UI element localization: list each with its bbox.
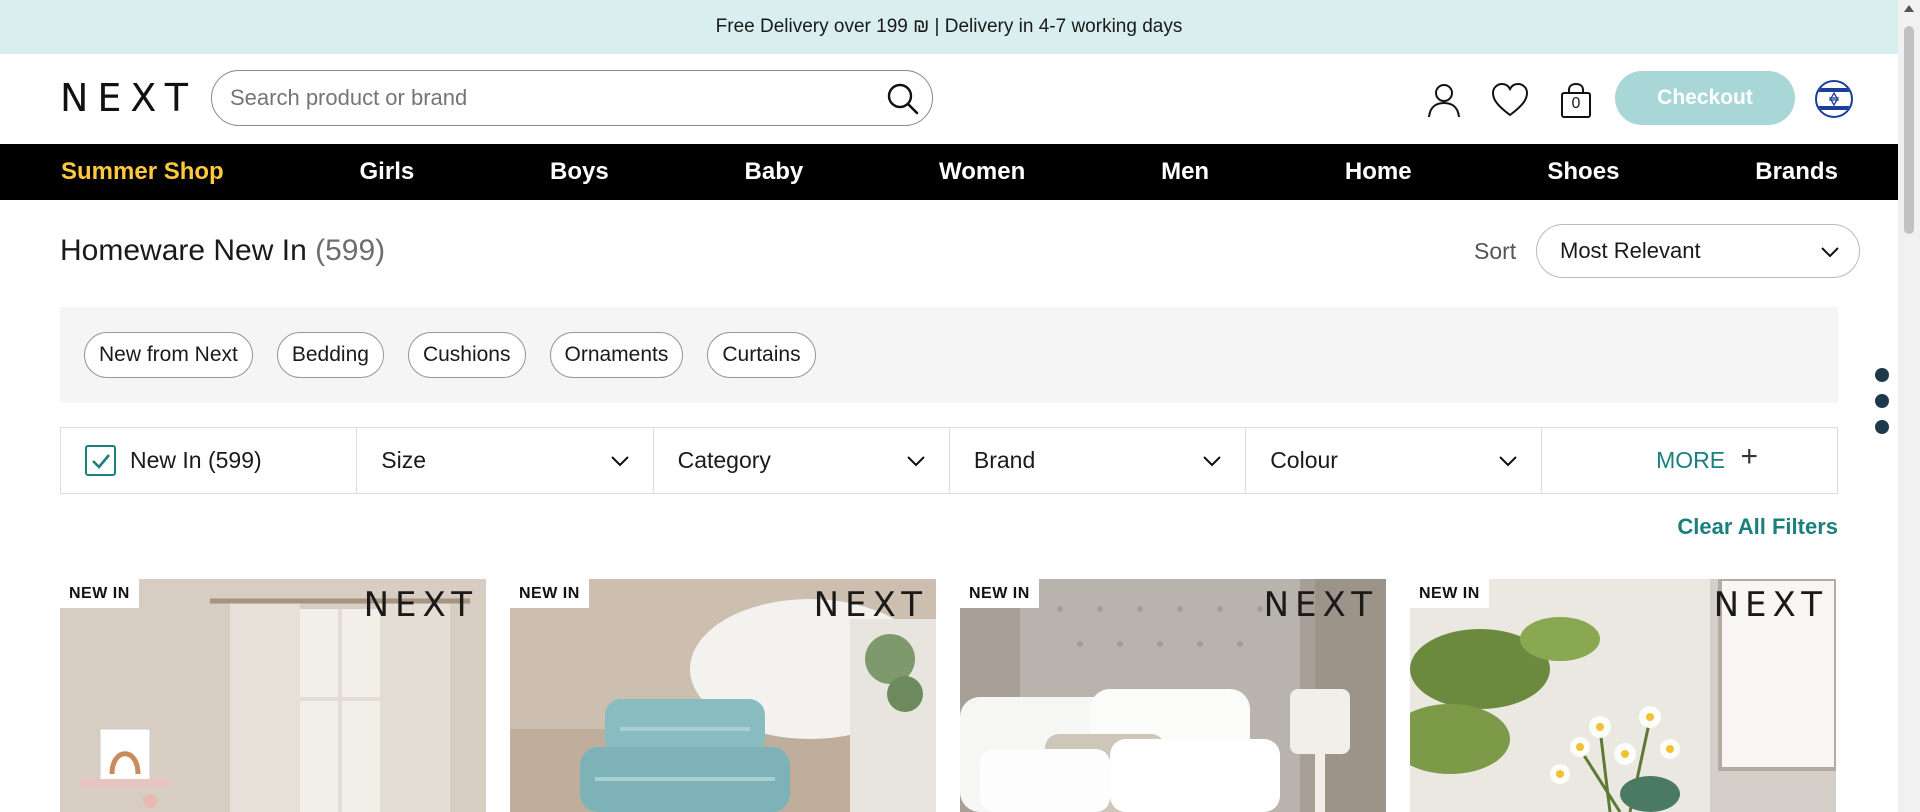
filter-new-in-label: New In (599) [130, 447, 262, 473]
search-input[interactable] [230, 85, 830, 111]
filter-brand[interactable]: Brand [950, 428, 1247, 493]
filter-size-label: Size [381, 447, 427, 473]
floating-menu-dots[interactable] [1875, 368, 1889, 446]
clear-all-filters-link[interactable]: Clear All Filters [1677, 514, 1838, 540]
scroll-up-arrow-icon[interactable] [1904, 5, 1914, 12]
nav-home[interactable]: Home [1345, 158, 1412, 186]
chevron-down-icon [1821, 247, 1839, 258]
chevron-down-icon [610, 456, 629, 467]
page-title: Homeware New In (599) [60, 234, 385, 268]
shopping-bag-button[interactable]: 0 [1556, 80, 1596, 120]
next-logo[interactable]: NEXT [60, 76, 197, 120]
brand-logo: NEXT [1713, 585, 1828, 625]
checkmark-icon [91, 453, 110, 469]
dot-icon [1875, 368, 1889, 382]
chevron-down-icon [1203, 456, 1221, 467]
filter-more[interactable]: MORE + [1542, 428, 1838, 493]
site-header: NEXT 0 Checkout [0, 54, 1898, 144]
new-in-badge: NEW IN [960, 579, 1039, 608]
filter-new-in[interactable]: New In (599) [61, 428, 358, 493]
checkout-button[interactable]: Checkout [1615, 71, 1795, 125]
nav-baby[interactable]: Baby [745, 158, 804, 186]
nav-summer-shop[interactable]: Summer Shop [61, 158, 224, 186]
israel-flag-icon[interactable] [1815, 80, 1853, 118]
account-icon[interactable] [1424, 80, 1464, 120]
product-card[interactable]: NEW IN NEXT [60, 579, 486, 812]
filter-category-label: Category [677, 447, 771, 473]
quick-link-bedding[interactable]: Bedding [276, 332, 384, 378]
new-in-badge: NEW IN [60, 579, 139, 608]
new-in-badge: NEW IN [1410, 579, 1489, 608]
product-grid: NEW IN NEXT NEW IN NEXT NEW IN NEXT NEW … [60, 579, 1838, 812]
filter-brand-label: Brand [973, 447, 1036, 473]
brand-logo: NEXT [1263, 585, 1378, 625]
promo-banner: Free Delivery over 199 ₪ | Delivery in 4… [0, 0, 1898, 54]
page-scrollbar[interactable] [1898, 0, 1920, 812]
dot-icon [1875, 420, 1889, 434]
quick-link-cushions[interactable]: Cushions [407, 332, 526, 378]
sort-value: Most Relevant [1560, 238, 1701, 263]
product-card[interactable]: NEW IN NEXT [1410, 579, 1836, 812]
main-navigation: Summer Shop Girls Boys Baby Women Men Ho… [0, 144, 1898, 200]
chevron-down-icon [907, 456, 925, 467]
nav-women[interactable]: Women [939, 158, 1025, 186]
search-bar [211, 70, 933, 126]
filter-colour[interactable]: Colour [1246, 428, 1543, 493]
filter-bar: New In (599) Size Category Brand Colour … [60, 427, 1838, 494]
result-count: (599) [315, 234, 386, 267]
new-in-checkbox[interactable] [85, 445, 116, 476]
filter-colour-label: Colour [1270, 447, 1338, 473]
nav-girls[interactable]: Girls [360, 158, 415, 186]
nav-brands[interactable]: Brands [1755, 158, 1838, 186]
product-card[interactable]: NEW IN NEXT [510, 579, 936, 812]
search-icon[interactable] [884, 80, 922, 118]
filter-category[interactable]: Category [654, 428, 950, 493]
chevron-down-icon [1499, 456, 1518, 467]
brand-logo: NEXT [363, 585, 478, 625]
quick-link-ornaments[interactable]: Ornaments [549, 332, 684, 378]
nav-shoes[interactable]: Shoes [1547, 158, 1619, 186]
scrollbar-thumb[interactable] [1904, 26, 1914, 234]
page-title-text: Homeware New In [60, 234, 307, 267]
nav-boys[interactable]: Boys [550, 158, 609, 186]
quick-link-curtains[interactable]: Curtains [707, 332, 816, 378]
product-card[interactable]: NEW IN NEXT [960, 579, 1386, 812]
nav-men[interactable]: Men [1161, 158, 1209, 186]
bag-count: 0 [1571, 95, 1581, 112]
filter-size[interactable]: Size [357, 428, 654, 493]
new-in-badge: NEW IN [510, 579, 589, 608]
filter-more-label: MORE [1656, 447, 1726, 473]
sort-dropdown[interactable]: Most Relevant [1536, 224, 1860, 278]
promo-text: Free Delivery over 199 ₪ | Delivery in 4… [715, 16, 1183, 37]
sort-label: Sort [1474, 238, 1517, 264]
favourites-heart-icon[interactable] [1490, 80, 1530, 120]
brand-logo: NEXT [813, 585, 928, 625]
dot-icon [1875, 394, 1889, 408]
quick-link-new-from-next[interactable]: New from Next [84, 332, 253, 378]
plus-icon: + [1740, 440, 1759, 473]
quick-links-bar: New from Next Bedding Cushions Ornaments… [60, 307, 1838, 403]
